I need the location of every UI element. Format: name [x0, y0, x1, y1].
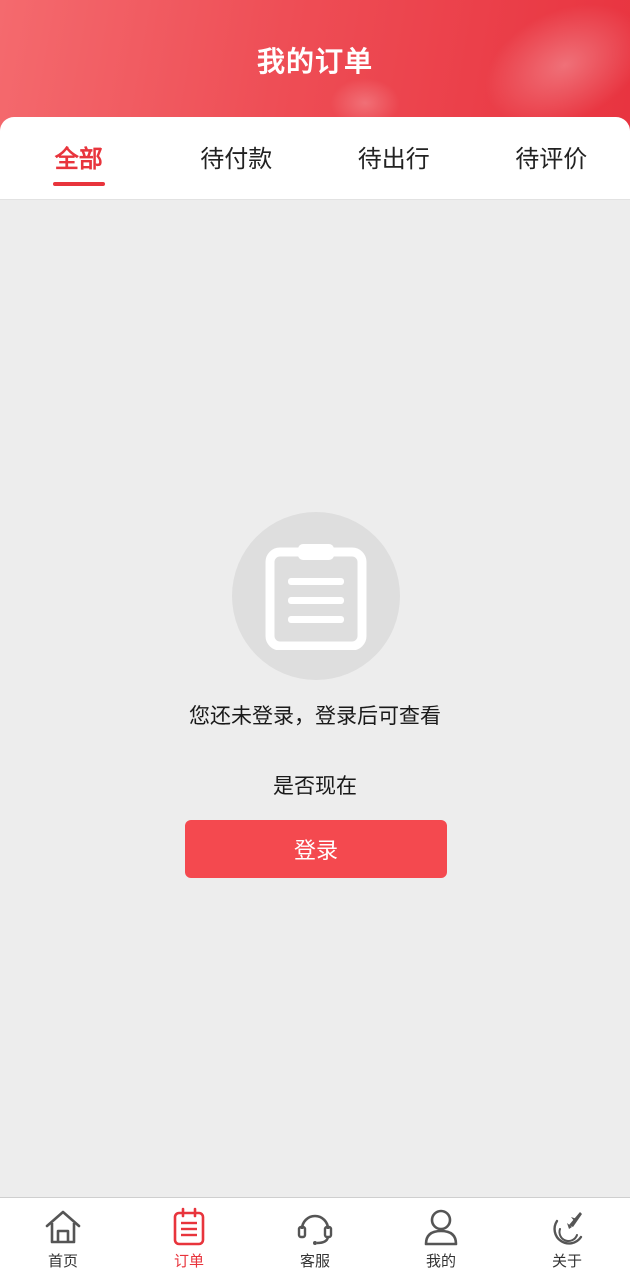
nav-label: 首页: [47, 1252, 78, 1270]
tab-pending-travel[interactable]: 待出行: [315, 117, 473, 199]
tab-label: 待评价: [515, 144, 588, 173]
nav-label: 客服: [299, 1252, 330, 1270]
tab-pending-review[interactable]: 待评价: [473, 117, 630, 199]
empty-state-icon-circle: [232, 512, 400, 680]
tab-active-indicator: [52, 182, 105, 186]
headset-icon: [297, 1214, 333, 1245]
nav-item-service[interactable]: 客服: [252, 1198, 378, 1280]
page-title: 我的订单: [256, 45, 373, 78]
tab-label: 待出行: [357, 144, 430, 173]
tab-all[interactable]: 全部: [0, 117, 158, 199]
home-icon: [45, 1210, 81, 1244]
nav-label: 订单: [173, 1252, 204, 1270]
tab-pending-payment[interactable]: 待付款: [158, 117, 316, 199]
plane-icon: [553, 1212, 583, 1245]
empty-state-message: 您还未登录，登录后可查看: [189, 704, 441, 728]
empty-state-prompt: 是否现在: [273, 774, 357, 798]
nav-item-about[interactable]: 关于: [504, 1198, 630, 1280]
order-icon: [173, 1207, 205, 1246]
app-root: 我的订单 全部 待付款 待出行 待评价 您还未登录，登录后可查看 是否现在 登录: [0, 0, 630, 1280]
user-icon: [424, 1209, 458, 1246]
clipboard-icon: [265, 544, 367, 650]
nav-label: 我的: [425, 1252, 456, 1270]
login-button[interactable]: 登录: [185, 820, 447, 878]
order-tabs: 全部 待付款 待出行 待评价: [0, 117, 630, 200]
tab-label: 全部: [54, 144, 103, 173]
nav-item-orders[interactable]: 订单: [126, 1198, 252, 1280]
nav-label: 关于: [551, 1252, 582, 1270]
tab-label: 待付款: [200, 144, 273, 173]
nav-item-mine[interactable]: 我的: [378, 1198, 504, 1280]
nav-item-home[interactable]: 首页: [0, 1198, 126, 1280]
bottom-nav: 首页 订单 客服 我的 关于: [0, 1197, 630, 1280]
